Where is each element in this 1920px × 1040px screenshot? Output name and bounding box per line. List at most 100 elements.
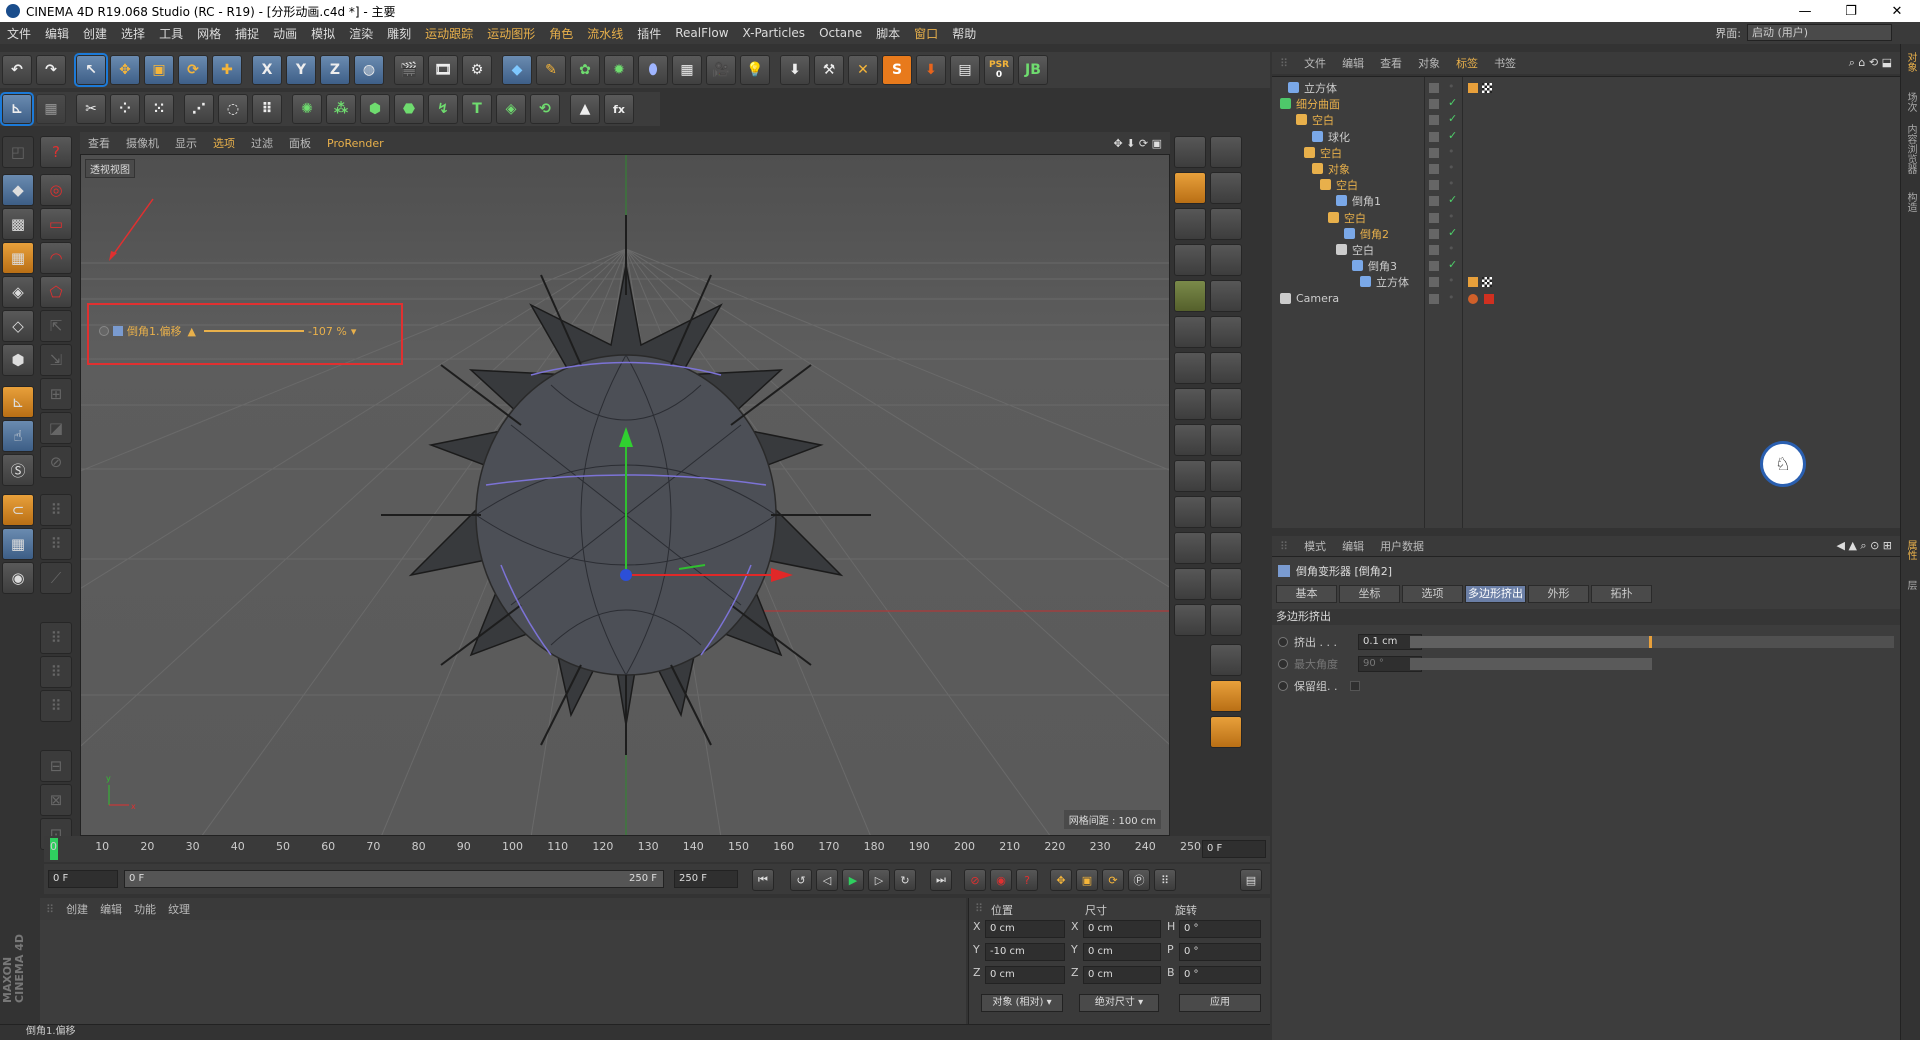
menu-plugins[interactable]: 插件 [630,25,668,42]
grid-b-icon[interactable]: ⠿ [40,656,72,688]
hud-slider-handle-icon[interactable]: ▲ [188,325,196,338]
object-name[interactable]: Camera [1296,292,1339,305]
menu-pipeline[interactable]: 流水线 [580,25,630,42]
om-menu-edit[interactable]: 编辑 [1334,55,1372,71]
make-editable-icon[interactable]: ◰ [2,136,34,168]
restore-button[interactable]: ❐ [1828,0,1874,22]
tag-icon[interactable] [1468,277,1478,288]
object-name[interactable]: 倒角2 [1360,226,1389,242]
tab-polygon-extrude[interactable]: 多边形挤出 [1465,585,1526,603]
object-name[interactable]: 空白 [1336,177,1358,193]
layout-dropdown[interactable]: 启动 (用户) [1747,24,1892,41]
extrude-slider[interactable] [1410,636,1894,648]
hud-slider-track[interactable] [203,330,304,332]
close-button[interactable]: ✕ [1874,0,1920,22]
menu-simulate[interactable]: 模拟 [304,25,342,42]
timeline-window-icon[interactable]: ▤ [1240,869,1262,891]
sidebar-tab-structure[interactable]: 构造 [1904,192,1918,212]
start-frame-field[interactable]: 0 F [48,870,118,888]
mograph-tracer-icon[interactable]: ↯ [428,94,458,124]
camera-tag-icon[interactable] [1484,293,1494,304]
key-help-icon[interactable]: ? [1016,869,1038,891]
fx-icon[interactable]: fx [604,94,634,124]
object-mode-icon[interactable]: ◆ [2,174,34,206]
side-tool-23-icon[interactable] [1210,532,1242,564]
status-dot-icon[interactable]: • [1448,177,1455,190]
mograph-cloner-icon[interactable]: ✺ [292,94,322,124]
status-dot-icon[interactable]: • [1448,242,1455,255]
am-menu-userdata[interactable]: 用户数据 [1372,538,1432,554]
status-dot-icon[interactable]: • [1448,145,1455,158]
scale-icon[interactable]: ▣ [144,55,174,85]
key-move-icon[interactable]: ✥ [1050,869,1072,891]
visibility-toggle-icon[interactable] [1429,245,1439,255]
object-row[interactable]: Camera • [1272,290,1900,308]
sym-icon[interactable]: ◪ [40,412,72,444]
y-axis-button[interactable]: Y [286,55,316,85]
mm-menu-edit[interactable]: 编辑 [94,901,128,917]
paint-icon[interactable]: ⠿ [40,494,72,526]
undo-icon[interactable]: ↶ [2,55,32,85]
pen-icon[interactable]: ✎ [536,55,566,85]
floor-icon[interactable]: ▦ [672,55,702,85]
side-tool-16-icon[interactable] [1174,424,1206,456]
disable-icon[interactable]: ⊘ [40,446,72,478]
side-tool-21-icon[interactable] [1210,496,1242,528]
sidebar-tab-objects[interactable]: 对象 [1904,52,1918,72]
visibility-toggle-icon[interactable] [1429,261,1439,272]
menu-help[interactable]: 帮助 [945,25,983,42]
om-menu-view[interactable]: 查看 [1372,55,1410,71]
coord-rotation-field[interactable]: 0 ° [1179,966,1261,984]
mograph-voronoi-icon[interactable]: ⬣ [394,94,424,124]
max-angle-slider[interactable] [1410,658,1652,670]
auto-key-icon[interactable]: ◉ [990,869,1012,891]
grid-a-icon[interactable]: ⠿ [40,622,72,654]
mograph-effector-icon[interactable]: ⟲ [530,94,560,124]
side-tool-5-icon[interactable] [1210,208,1242,240]
sidebar-tab-attributes[interactable]: 属性 [1904,540,1918,560]
mm-menu-function[interactable]: 功能 [128,901,162,917]
workplane-icon[interactable]: ▦ [2,242,34,274]
model-mode-icon[interactable]: ⊾ [0,92,34,126]
move-icon[interactable]: ✥ [110,55,140,85]
x-axis-button[interactable]: X [252,55,282,85]
live-selection-icon[interactable]: ↖ [74,53,108,87]
snap-settings-icon[interactable]: ◉ [2,562,34,594]
side-tool-13-icon[interactable] [1210,352,1242,384]
visibility-toggle-icon[interactable] [1429,196,1439,207]
drop-to-floor-icon[interactable]: ⬇ [780,55,810,85]
minimize-button[interactable]: — [1782,0,1828,22]
viewport-menu-view[interactable]: 查看 [80,135,118,151]
cube-icon[interactable]: ◆ [502,55,532,85]
enabled-check-icon[interactable]: ✓ [1448,193,1457,206]
tab-topology[interactable]: 拓扑 [1591,585,1652,603]
menu-animate[interactable]: 动画 [266,25,304,42]
side-tool-22-icon[interactable] [1174,532,1206,564]
visibility-toggle-icon[interactable] [1429,83,1439,93]
om-menu-objects[interactable]: 对象 [1410,55,1448,71]
mograph-extrude-icon[interactable]: ◈ [496,94,526,124]
camera-icon[interactable]: 🎥 [706,55,736,85]
mograph-text-icon[interactable]: T [462,94,492,124]
scale-locked-icon[interactable]: ⇱ [40,310,72,342]
coord-mode-dropdown[interactable]: 对象 (相对) ▾ [981,994,1063,1012]
side-tool-axis-icon[interactable] [1210,680,1242,712]
bridge-icon[interactable]: ⋰ [184,94,214,124]
edge-select-icon[interactable]: ⁙ [144,94,174,124]
texture-mode-icon[interactable]: ▦ [36,94,66,124]
enabled-check-icon[interactable]: ✓ [1448,112,1457,125]
mm-menu-create[interactable]: 创建 [60,901,94,917]
status-dot-icon[interactable]: • [1448,161,1455,174]
end-frame-field[interactable]: 250 F [674,870,738,888]
menu-create[interactable]: 创建 [76,25,114,42]
om-menu-tags[interactable]: 标签 [1448,55,1486,71]
coord-position-field[interactable]: 0 cm [985,920,1065,938]
side-tool-25-icon[interactable] [1210,568,1242,600]
magnet-icon[interactable]: ⊂ [2,494,34,526]
side-tool-14-icon[interactable] [1174,388,1206,420]
coord-position-field[interactable]: 0 cm [985,966,1065,984]
edges-mode-icon[interactable]: ◇ [2,310,34,342]
viewport-label[interactable]: 透视视图 [85,159,135,178]
slide-icon[interactable]: ⟋ [40,562,72,594]
array-icon[interactable]: ✹ [604,55,634,85]
